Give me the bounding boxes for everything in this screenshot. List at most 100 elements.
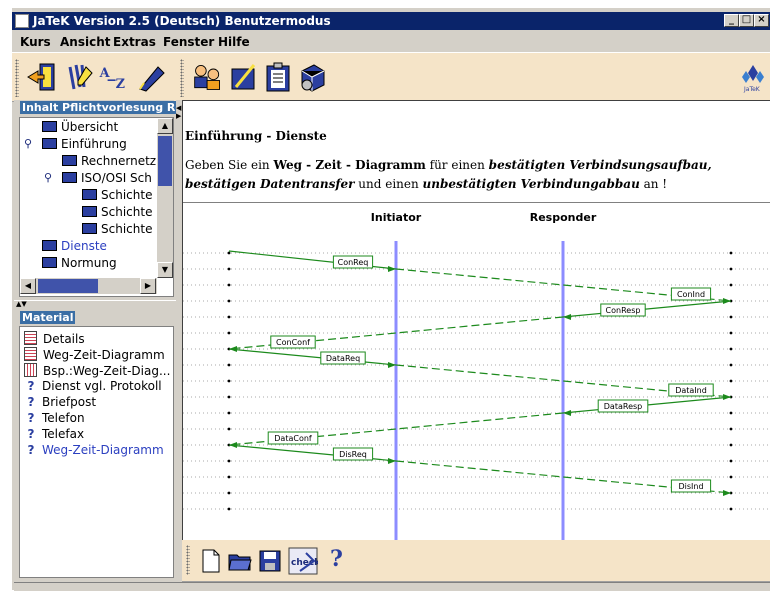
- menu-fenster[interactable]: Fenster: [163, 35, 214, 49]
- grid-dot: [729, 315, 733, 319]
- scroll-down-button[interactable]: ▼: [157, 262, 173, 278]
- grid-dot: [729, 459, 733, 463]
- jatek-logo: JaTeK: [742, 65, 764, 93]
- scroll-thumb[interactable]: [38, 279, 98, 293]
- folder-icon: [82, 189, 97, 200]
- question-icon: ?: [27, 395, 35, 409]
- folder-icon: [62, 155, 77, 166]
- scroll-left-button[interactable]: ◀: [20, 278, 36, 294]
- application-window: JaTeK Version 2.5 (Deutsch) Benutzermodu…: [11, 8, 770, 591]
- grid-dot: [729, 411, 733, 415]
- notes-icon[interactable]: [64, 61, 96, 93]
- new-document-icon[interactable]: [200, 549, 222, 573]
- grid-dot: [729, 347, 733, 351]
- save-disk-icon[interactable]: [258, 549, 282, 573]
- tools-icon[interactable]: [228, 61, 260, 93]
- folder-icon: [42, 257, 57, 268]
- minimize-button[interactable]: _: [724, 14, 739, 27]
- tree-item-uebersicht[interactable]: Übersicht: [42, 120, 118, 136]
- message-label: DataInd: [675, 386, 707, 395]
- tree-item-label: Normung: [61, 256, 117, 270]
- material-item[interactable]: ? Telefon: [24, 411, 85, 427]
- open-folder-icon[interactable]: [228, 549, 252, 573]
- menu-ansicht[interactable]: Ansicht: [60, 35, 110, 49]
- material-item[interactable]: Weg-Zeit-Diagramm: [24, 347, 165, 363]
- toolbar-grip[interactable]: [180, 59, 184, 97]
- material-item-selected[interactable]: ? Weg-Zeit-Diagramm: [24, 443, 164, 459]
- maximize-button[interactable]: □: [739, 14, 754, 27]
- tree-item-iso-osi[interactable]: ISO/OSI Sch: [62, 171, 152, 187]
- scroll-right-button[interactable]: ▶: [140, 278, 156, 294]
- folder-icon: [42, 240, 57, 251]
- logo-text: JaTeK: [743, 86, 761, 93]
- tree-item-einfuehrung[interactable]: Einführung: [42, 137, 127, 153]
- key-icon[interactable]: ⚲: [24, 137, 32, 150]
- grid-dot: [729, 443, 733, 447]
- folder-icon: [42, 138, 57, 149]
- material-item[interactable]: Bsp.:Weg-Zeit-Diag...: [24, 363, 170, 379]
- tree-item-normung[interactable]: Normung: [42, 256, 117, 272]
- material-list: Details Weg-Zeit-Diagramm Bsp.:Weg-Zeit-…: [19, 326, 174, 578]
- task-text-part: an !: [639, 177, 668, 191]
- grid-dot: [227, 411, 231, 415]
- message-label: DataReq: [326, 354, 360, 363]
- material-item[interactable]: ? Telefax: [24, 427, 85, 443]
- menu-kurs[interactable]: Kurs: [20, 35, 51, 49]
- tree-item-schichte-3[interactable]: Schichte: [82, 222, 152, 238]
- message-arrow[interactable]: [228, 348, 397, 366]
- collapse-arrows-icon[interactable]: ◀ ▶: [176, 104, 181, 120]
- material-item-label: Telefon: [42, 411, 85, 425]
- title-bar: JaTeK Version 2.5 (Deutsch) Benutzermodu…: [12, 12, 770, 30]
- material-item[interactable]: Details: [24, 331, 85, 347]
- menu-hilfe[interactable]: Hilfe: [218, 35, 250, 49]
- grid-dot: [729, 283, 733, 287]
- scroll-thumb[interactable]: [158, 136, 172, 186]
- check-button[interactable]: check: [288, 547, 318, 575]
- menu-bar: Kurs Ansicht Extras Fenster Hilfe: [12, 32, 770, 52]
- pen-icon[interactable]: [136, 61, 168, 93]
- tree-item-schichte-2[interactable]: Schichte: [82, 205, 152, 221]
- grid-dot: [729, 427, 733, 431]
- grid-dot: [729, 475, 733, 479]
- toolbar-grip[interactable]: [186, 545, 190, 575]
- tree-item-rechnernetz[interactable]: Rechnernetz: [62, 154, 156, 170]
- tree-item-dienste[interactable]: Dienste: [42, 239, 107, 255]
- panel-splitter[interactable]: ▲▼: [14, 300, 176, 309]
- help-icon[interactable]: ?: [330, 546, 350, 574]
- task-text-bold: Weg - Zeit - Diagramm: [273, 158, 426, 172]
- tree-item-label: Schichte: [101, 222, 153, 236]
- grid-dot: [227, 299, 231, 303]
- close-button[interactable]: ×: [754, 14, 769, 27]
- tree-item-schichte-1[interactable]: Schichte: [82, 188, 152, 204]
- menu-extras[interactable]: Extras: [113, 35, 156, 49]
- tree-vertical-scrollbar[interactable]: ▲ ▼: [157, 118, 173, 278]
- message-label: DataResp: [604, 402, 642, 411]
- clipboard-icon[interactable]: [262, 61, 294, 93]
- key-icon[interactable]: ⚲: [44, 171, 52, 184]
- people-icon[interactable]: [192, 61, 224, 93]
- task-text-part: für einen: [425, 158, 489, 172]
- message-label: ConConf: [276, 338, 310, 347]
- material-item-label: Weg-Zeit-Diagramm: [43, 348, 165, 362]
- column-header: Responder: [530, 211, 597, 224]
- material-item-label: Dienst vgl. Protokoll: [42, 379, 162, 393]
- question-icon: ?: [27, 379, 35, 393]
- tree-horizontal-scrollbar[interactable]: ◀ ▶: [20, 278, 157, 294]
- question-icon: ?: [27, 443, 35, 457]
- glossary-icon[interactable]: A Z: [98, 61, 130, 93]
- material-title: Material: [20, 311, 76, 324]
- cube-icon[interactable]: [296, 61, 328, 93]
- message-label: ConReq: [338, 258, 369, 267]
- material-item[interactable]: ? Briefpost: [24, 395, 97, 411]
- material-item[interactable]: ? Dienst vgl. Protokoll: [24, 379, 162, 395]
- time-sequence-diagram[interactable]: Initiator Responder ConReq ConInd ConResp Con…: [183, 203, 770, 541]
- exit-icon[interactable]: [26, 61, 58, 93]
- scroll-up-button[interactable]: ▲: [157, 118, 173, 134]
- toolbar-grip[interactable]: [15, 59, 19, 97]
- tree-item-label: ISO/OSI Sch: [81, 171, 152, 185]
- tree-title: Inhalt Pflichtvorlesung Re: [20, 101, 185, 114]
- message-arrow[interactable]: [562, 300, 732, 318]
- collapse-arrows-icon[interactable]: ▲▼: [16, 300, 27, 308]
- question-icon: ?: [27, 427, 35, 441]
- material-item-label: Briefpost: [42, 395, 97, 409]
